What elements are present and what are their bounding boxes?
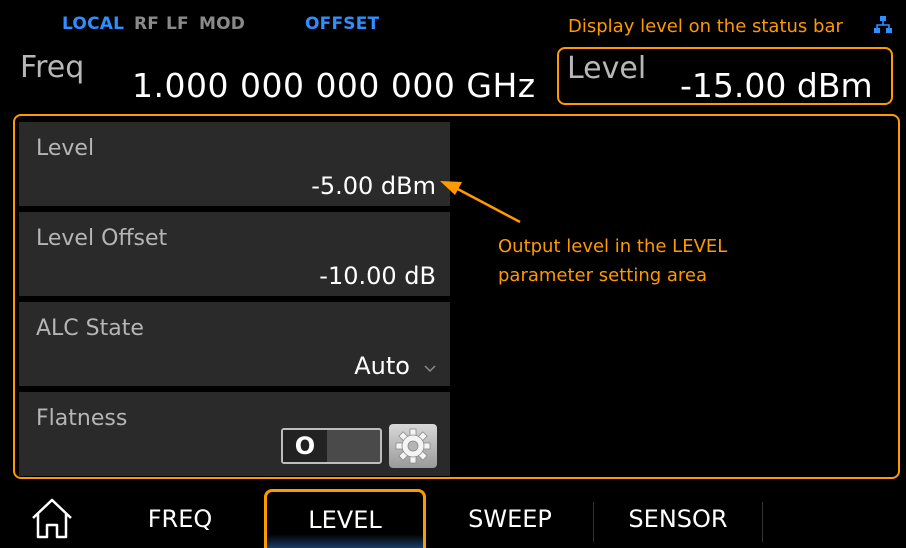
param-row-level[interactable]: Level -5.00 dBm — [19, 122, 450, 206]
param-label: Flatness — [36, 406, 128, 431]
tab-freq[interactable]: FREQ — [96, 489, 264, 548]
status-offset: OFFSET — [305, 14, 380, 34]
status-level-label: Level — [567, 51, 647, 86]
status-rf: RF — [134, 14, 160, 34]
param-row-flatness[interactable]: Flatness O — [19, 392, 450, 476]
home-icon[interactable] — [28, 494, 76, 542]
flatness-settings-button[interactable] — [389, 424, 437, 468]
freq-value[interactable]: 1.000 000 000 000 GHz — [132, 66, 536, 105]
status-mod: MOD — [199, 14, 246, 34]
level-value[interactable]: -5.00 dBm — [311, 172, 436, 200]
status-bar-annotation: Display level on the status bar — [568, 16, 843, 37]
param-label: Level Offset — [36, 226, 168, 251]
alc-state-select[interactable]: Auto — [354, 352, 410, 380]
tab-level[interactable]: LEVEL — [264, 489, 426, 548]
flatness-toggle[interactable]: O — [281, 428, 382, 464]
network-icon — [874, 16, 892, 33]
tab-sweep[interactable]: SWEEP — [426, 489, 594, 548]
param-area-annotation-line2: parameter setting area — [498, 265, 708, 286]
tab-sensor[interactable]: SENSOR — [594, 489, 762, 548]
param-row-alc-state[interactable]: ALC State Auto — [19, 302, 450, 386]
param-area-annotation-line1: Output level in the LEVEL — [498, 236, 728, 257]
status-local: LOCAL — [62, 14, 125, 34]
tab-separator — [593, 502, 594, 542]
level-offset-value[interactable]: -10.00 dB — [319, 262, 436, 290]
param-row-level-offset[interactable]: Level Offset -10.00 dB — [19, 212, 450, 296]
tab-separator — [762, 502, 763, 542]
param-label: ALC State — [36, 316, 144, 341]
status-lf: LF — [166, 14, 189, 34]
param-label: Level — [36, 136, 95, 161]
status-level-value[interactable]: -15.00 dBm — [680, 66, 873, 105]
toggle-knob: O — [283, 430, 327, 462]
freq-label: Freq — [20, 50, 85, 85]
chevron-down-icon[interactable] — [424, 362, 436, 374]
gear-icon — [395, 428, 431, 464]
